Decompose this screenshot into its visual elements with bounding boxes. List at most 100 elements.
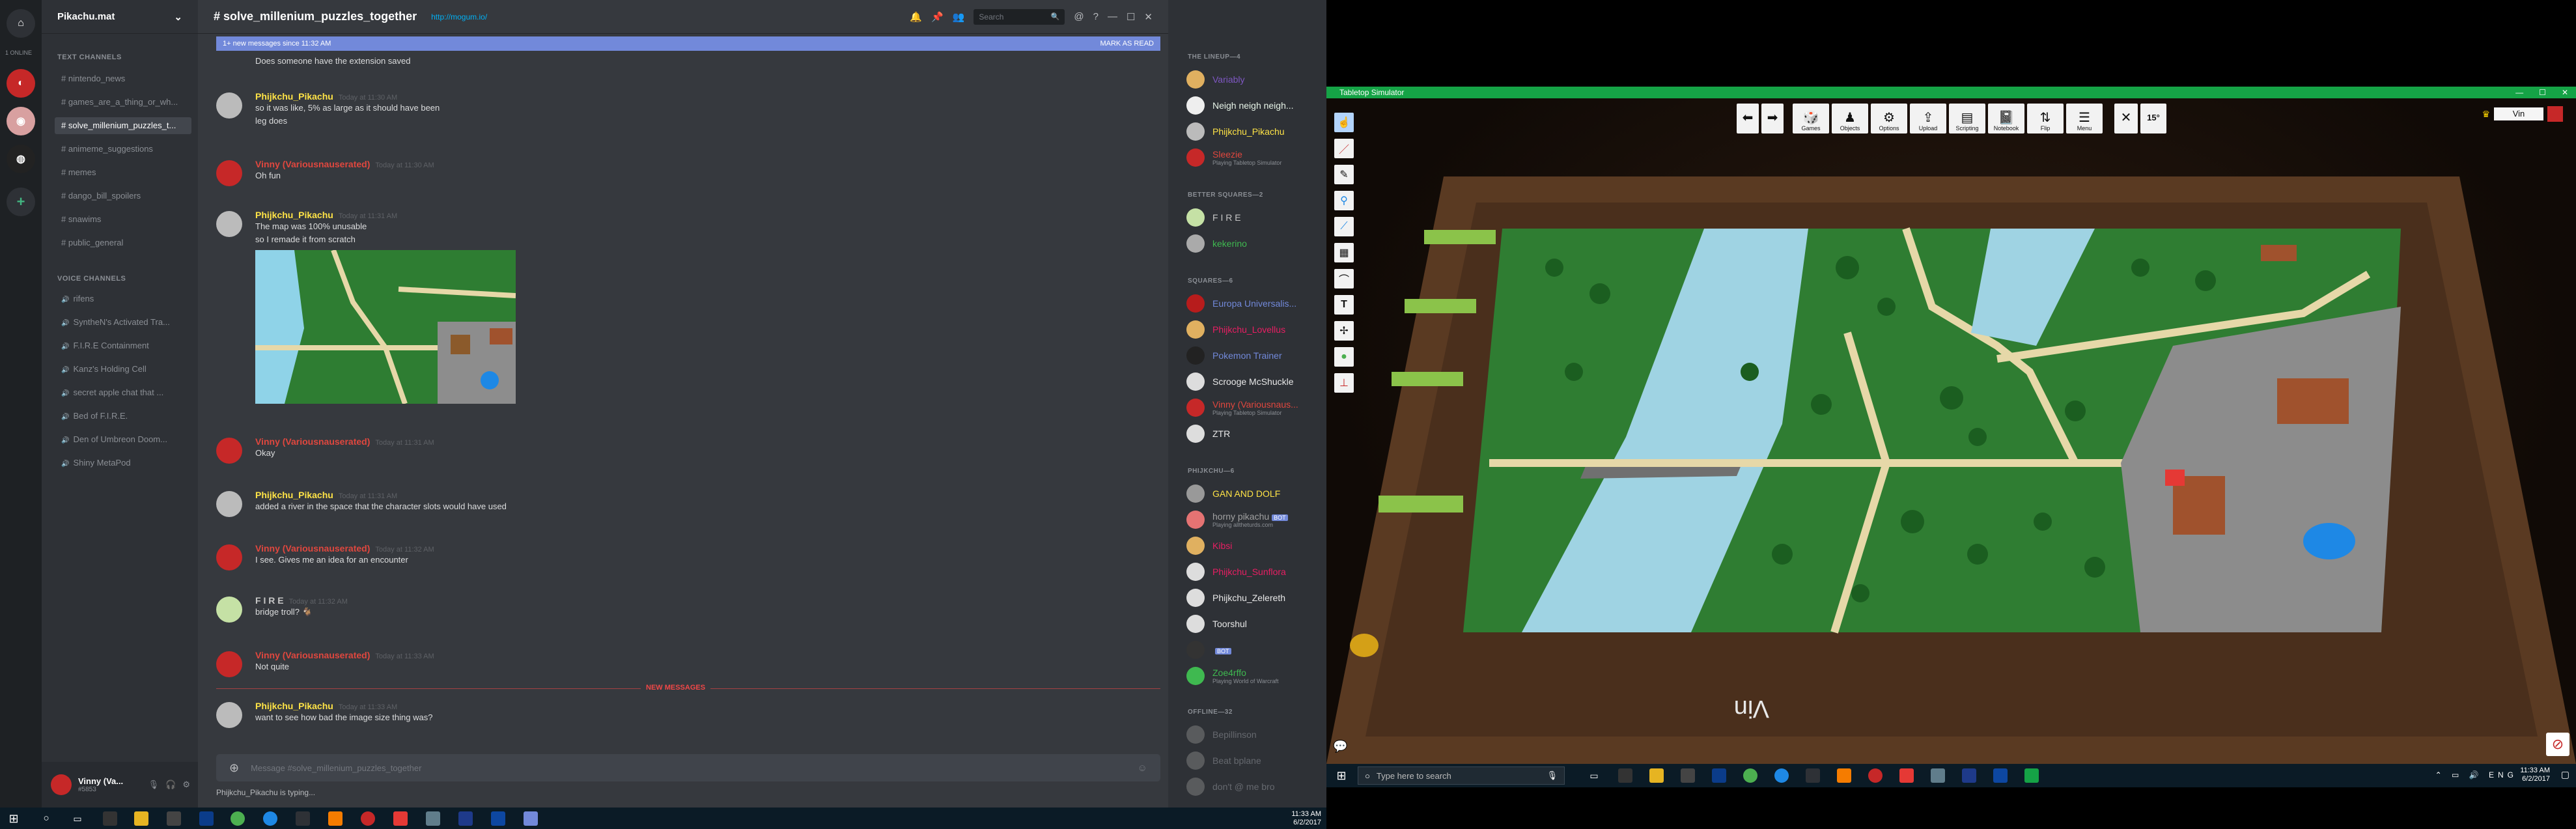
member-item[interactable]: Bepillinson [1186,723,1320,746]
marker-tool-icon[interactable]: ⚲ [1334,191,1354,210]
task-view-icon[interactable]: ▭ [70,811,85,826]
options-button[interactable]: ⚙ Options [1871,104,1907,133]
channel-item[interactable]: # games_are_a_thing_or_wh... [55,94,191,111]
map-image-attachment[interactable] [255,250,516,404]
calendar-app-icon[interactable] [1618,768,1632,783]
app-icon[interactable] [1899,768,1914,783]
menu-button[interactable]: ☰ Menu [2066,104,2103,133]
mute-icon[interactable]: 🎙 [148,780,160,790]
rotation-snap-button[interactable]: 15° [2140,104,2166,133]
channel-item[interactable]: # snawims [55,211,191,228]
task-view-icon[interactable]: ▭ [1587,768,1601,783]
search-input[interactable]: Search [979,12,1003,21]
new-messages-banner[interactable]: 1+ new messages since 11:32 AM MARK AS R… [216,36,1160,51]
voice-channel[interactable]: F.I.R.E Containment [55,337,191,354]
undo-button[interactable]: ⬅ [1737,104,1759,133]
avatar[interactable] [216,211,242,237]
player-name[interactable]: Vin [2494,107,2543,120]
member-item[interactable]: Beat bplane [1186,749,1320,772]
app-icon[interactable] [1681,768,1695,783]
joint-tool-icon[interactable]: ⊥ [1334,373,1354,393]
home-icon[interactable]: ⌂ [7,9,35,38]
start-windows-icon[interactable]: ⊞ [7,811,21,826]
discord-taskbar-icon[interactable] [524,811,538,826]
line-tool-icon[interactable]: ／ [1334,139,1354,158]
gizmo-tool-icon[interactable]: ✢ [1334,321,1354,341]
ruler-tool-icon[interactable]: ⟋ [1334,217,1354,236]
emoji-picker-icon[interactable]: ☺ [1138,763,1147,774]
voice-channel[interactable]: Kanz's Holding Cell [55,361,191,378]
chrome-icon[interactable] [231,811,245,826]
firefox-icon[interactable] [263,811,277,826]
player-avatar[interactable] [2547,106,2563,122]
member-item[interactable]: ZTR [1186,422,1320,445]
clock[interactable]: 11:33 AM 6/2/2017 [2520,766,2550,783]
chrome-icon[interactable] [1743,768,1757,783]
minimize-icon[interactable]: — [2515,88,2523,97]
voice-channel[interactable]: rifens [55,290,191,307]
channel-item[interactable]: # memes [55,164,191,181]
member-item[interactable]: Pokemon Trainer [1186,344,1320,367]
game-scene[interactable]: Vin ☝ ／ ✎ ⚲ ⟋ ▦ ⌒ T ✢ ● ⊥ ⬅ ➡ 🎲 Games ♟ Ob… [1326,98,2576,764]
word-icon[interactable] [1962,768,1976,783]
channel-topic-link[interactable]: http://mogum.io/ [431,12,487,21]
member-item[interactable]: Vinny (Variousnaus... Playing Tabletop Si… [1186,396,1320,419]
avatar[interactable] [216,651,242,677]
author-name[interactable]: Vinny (Variousnauserated) [255,650,370,660]
member-item[interactable]: Scrooge McShuckle [1186,370,1320,393]
notifications-icon[interactable]: ▢ [2561,769,2569,780]
objects-button[interactable]: ♟ Objects [1832,104,1868,133]
app-icon[interactable] [1931,768,1945,783]
app-icon[interactable] [426,811,440,826]
pointer-tool-icon[interactable]: ☝ [1334,113,1354,132]
avatar[interactable] [216,438,242,464]
server-icon-pikachu-mat[interactable]: ◉ [7,107,35,135]
member-item[interactable]: Phijkchu_Lovellus [1186,318,1320,341]
redo-button[interactable]: ➡ [1761,104,1784,133]
avatar[interactable] [51,774,72,795]
vlc-icon[interactable] [1837,768,1851,783]
server-icon[interactable]: ◐ [7,69,35,98]
settings-gear-icon[interactable]: ⚙ [182,780,190,790]
author-name[interactable]: Phijkchu_Pikachu [255,91,333,102]
clock[interactable]: 11:33 AM 6/2/2017 [1291,810,1321,827]
author-name[interactable]: Phijkchu_Pikachu [255,210,333,220]
author-name[interactable]: F I R E [255,595,284,606]
members-icon[interactable]: 👥 [953,11,965,23]
flick-tool-icon[interactable]: ✎ [1334,165,1354,184]
member-item[interactable]: BOT [1186,638,1320,662]
taskbar-search-input[interactable]: Type here to search [1377,771,1451,781]
app-icon[interactable] [167,811,181,826]
member-item[interactable]: Variably [1186,68,1320,91]
upload-icon[interactable]: ⊕ [229,761,239,775]
member-item[interactable]: don't @ me bro [1186,775,1320,798]
mark-as-read-button[interactable]: MARK AS READ [1100,40,1154,48]
file-explorer-icon[interactable] [1649,768,1664,783]
member-item[interactable]: kekerino [1186,232,1320,255]
pin-icon[interactable]: 📌 [931,11,944,23]
member-item[interactable]: F I R E [1186,206,1320,229]
photoshop-icon[interactable] [1712,768,1726,783]
author-name[interactable]: Vinny (Variousnauserated) [255,436,370,447]
flip-button[interactable]: ⇅ Flip [2027,104,2064,133]
vlc-icon[interactable] [328,811,343,826]
author-name[interactable]: Phijkchu_Pikachu [255,490,333,500]
taskbar-search-box[interactable]: ○ Type here to search 🎙 [1358,766,1565,785]
app-icon[interactable] [393,811,408,826]
avatar[interactable] [216,491,242,517]
close-icon[interactable]: ✕ [1144,11,1153,23]
no-entry-icon[interactable]: ⊘ [2546,733,2569,756]
server-header[interactable]: Pikachu.mat ⌄ [42,0,198,34]
games-button[interactable]: 🎲 Games [1793,104,1829,133]
maximize-icon[interactable]: ☐ [1127,11,1135,23]
member-item[interactable]: Europa Universalis... [1186,292,1320,315]
avatar[interactable] [216,597,242,623]
chat-bubble-icon[interactable]: 💬 [1333,740,1347,753]
app-icon[interactable] [491,811,505,826]
channel-item-selected[interactable]: # solve_millenium_puzzles_t... [55,117,191,134]
author-name[interactable]: Vinny (Variousnauserated) [255,159,370,169]
author-name[interactable]: Phijkchu_Pikachu [255,701,333,711]
message-input[interactable]: ⊕ Message #solve_millenium_puzzles_toget… [216,754,1160,781]
text-channels-category[interactable]: TEXT CHANNELS [57,53,122,61]
minimize-icon[interactable]: — [1108,11,1117,22]
